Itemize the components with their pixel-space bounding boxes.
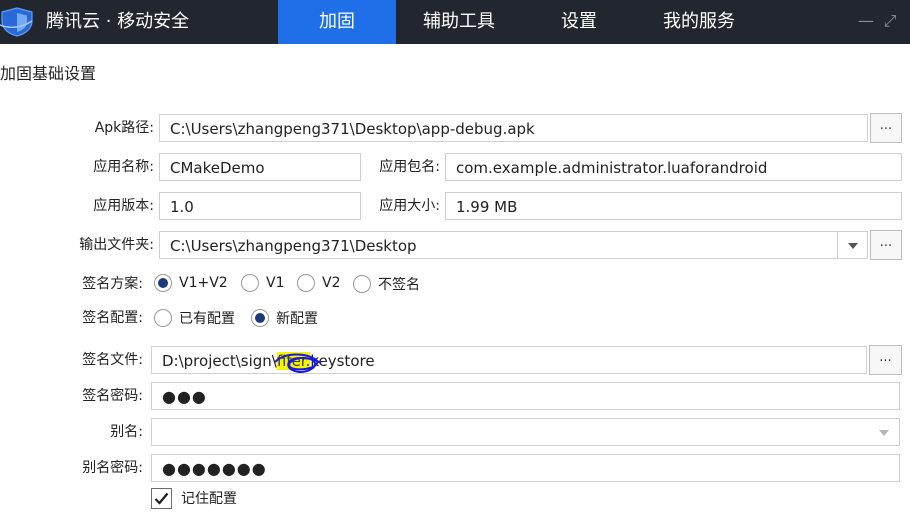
radio-label: 已有配置: [179, 311, 235, 327]
package-label: 应用包名:: [379, 159, 440, 175]
tab-my-services[interactable]: 我的服务: [640, 0, 758, 44]
tab-tools[interactable]: 辅助工具: [400, 0, 518, 44]
remember-config-label: 记住配置: [181, 491, 237, 507]
radio-new-config[interactable]: 新配置: [251, 308, 318, 328]
shield-logo-icon: [0, 7, 33, 37]
chevron-down-icon[interactable]: [869, 419, 899, 445]
package-field[interactable]: com.example.administrator.luaforandroid: [445, 153, 902, 181]
minimize-icon[interactable]: —: [856, 10, 876, 32]
alias-dropdown[interactable]: [151, 418, 900, 446]
keystore-password-label: 签名密码:: [82, 388, 143, 404]
radio-label: 不签名: [378, 277, 420, 293]
app-name-field[interactable]: CMakeDemo: [159, 153, 361, 181]
radio-button[interactable]: [154, 309, 172, 327]
version-label: 应用版本:: [93, 198, 154, 214]
keystore-browse-button[interactable]: ...: [869, 345, 902, 375]
alias-label: 别名:: [110, 424, 143, 440]
radio-v1[interactable]: V1: [241, 274, 284, 292]
radio-button[interactable]: [297, 274, 315, 292]
size-label: 应用大小:: [379, 198, 440, 214]
radio-label: V1: [266, 275, 285, 291]
output-folder-dropdown[interactable]: C:\Users\zhangpeng371\Desktop: [159, 231, 868, 259]
radio-selected-dot: [255, 313, 265, 323]
maximize-icon[interactable]: ⤢: [880, 10, 900, 32]
version-field[interactable]: 1.0: [159, 192, 361, 220]
radio-label: 新配置: [276, 311, 318, 327]
sign-scheme-label: 签名方案:: [82, 276, 143, 292]
chevron-down-icon[interactable]: [837, 232, 867, 258]
size-field[interactable]: 1.99 MB: [445, 192, 902, 220]
radio-label: V2: [322, 275, 341, 291]
output-folder-value: C:\Users\zhangpeng371\Desktop: [170, 237, 417, 255]
apk-browse-button[interactable]: ...: [870, 113, 902, 143]
app-title: 腾讯云 · 移动安全: [46, 11, 190, 32]
output-folder-label: 输出文件夹:: [79, 237, 154, 253]
keystore-password-field[interactable]: ●●●: [151, 382, 900, 410]
radio-button[interactable]: [241, 274, 259, 292]
alias-password-field[interactable]: ●●●●●●●: [151, 454, 900, 482]
keystore-path-prefix: D:\project\sign\: [162, 352, 277, 370]
keystore-label: 签名文件:: [82, 352, 143, 368]
app-name-label: 应用名称:: [93, 159, 154, 175]
title-bar: 腾讯云 · 移动安全 加固 辅助工具 设置 我的服务 — ⤢: [0, 0, 910, 44]
radio-label: V1+V2: [179, 275, 228, 291]
redacted-segment: fifer.: [274, 347, 322, 373]
output-browse-button[interactable]: ...: [870, 230, 902, 260]
sign-config-label: 签名配置:: [82, 310, 143, 326]
apk-path-field[interactable]: C:\Users\zhangpeng371\Desktop\app-debug.…: [159, 114, 868, 142]
remember-config-checkbox[interactable]: [151, 488, 172, 509]
tab-settings[interactable]: 设置: [520, 0, 638, 44]
radio-v2[interactable]: V2: [297, 274, 340, 292]
radio-selected-dot: [158, 278, 168, 288]
radio-v1v2[interactable]: V1+V2: [154, 274, 228, 292]
alias-password-label: 别名密码:: [82, 460, 143, 476]
radio-button[interactable]: [154, 274, 172, 292]
radio-existing-config[interactable]: 已有配置: [154, 308, 235, 328]
checkmark-icon: [154, 492, 169, 505]
radio-no-sign[interactable]: 不签名: [353, 274, 420, 294]
section-title: 加固基础设置: [0, 64, 97, 83]
keystore-path-field[interactable]: D:\project\sign\fifer. keystore: [151, 346, 867, 374]
radio-button[interactable]: [353, 275, 371, 293]
tab-harden[interactable]: 加固: [278, 0, 396, 44]
scribble-redaction: [274, 353, 322, 373]
radio-button[interactable]: [251, 309, 269, 327]
apk-path-label: Apk路径:: [94, 120, 154, 136]
